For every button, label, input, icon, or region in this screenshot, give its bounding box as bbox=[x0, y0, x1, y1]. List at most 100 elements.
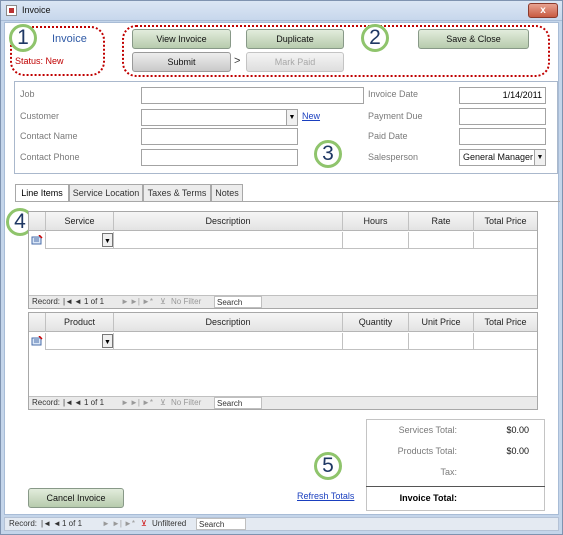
total-price-column-header[interactable]: Total Price bbox=[473, 313, 537, 332]
prev-record-icon[interactable]: ◄ bbox=[74, 296, 82, 308]
next-record-icon[interactable]: ► bbox=[121, 296, 129, 308]
products-total-value: $0.00 bbox=[506, 446, 529, 456]
funnel-icon: ⊻ bbox=[160, 398, 166, 407]
products-header-row: Product Description Quantity Unit Price … bbox=[29, 313, 537, 332]
new-record-icon bbox=[31, 235, 43, 245]
filter-status[interactable]: No Filter bbox=[171, 296, 201, 308]
paid-date-field[interactable] bbox=[459, 128, 546, 145]
prev-record-icon[interactable]: ◄ bbox=[53, 518, 61, 530]
first-record-icon[interactable]: |◄ bbox=[63, 397, 73, 409]
invoice-date-field[interactable]: 1/14/2011 bbox=[459, 87, 546, 104]
search-box[interactable]: Search bbox=[196, 518, 246, 530]
next-record-icon[interactable]: ► bbox=[121, 397, 129, 409]
workflow-arrow: > bbox=[234, 55, 241, 67]
record-label: Record: bbox=[9, 519, 38, 528]
total-price-column-header[interactable]: Total Price bbox=[473, 212, 537, 231]
invoice-window: Invoice x 1 Invoice Status: New View Inv… bbox=[0, 0, 563, 535]
callout-2: 2 bbox=[361, 24, 389, 52]
services-record-navigator: Record: |◄ ◄ 1 of 1 ► ►| ►* ⊻ No Filter … bbox=[29, 295, 537, 308]
chevron-down-icon[interactable]: ▼ bbox=[286, 110, 297, 125]
customer-combobox[interactable]: ▼ bbox=[141, 109, 298, 126]
unit-price-column-header[interactable]: Unit Price bbox=[408, 313, 473, 332]
services-total-label: Services Total: bbox=[398, 425, 457, 435]
new-record-icon bbox=[31, 336, 43, 346]
services-total-value: $0.00 bbox=[506, 425, 529, 435]
prev-record-icon[interactable]: ◄ bbox=[74, 397, 82, 409]
description-column-header[interactable]: Description bbox=[113, 212, 342, 231]
description-column-header[interactable]: Description bbox=[113, 313, 342, 332]
quantity-cell[interactable] bbox=[342, 333, 408, 350]
unit-price-cell[interactable] bbox=[408, 333, 473, 350]
description-cell[interactable] bbox=[113, 232, 342, 249]
last-record-icon[interactable]: ►| bbox=[130, 397, 140, 409]
record-navigation-bar: Record: |◄ ◄ 1 of 1 ► ►| ►* ⊻ Unfiltered… bbox=[4, 517, 559, 531]
refresh-totals-link[interactable]: Refresh Totals bbox=[297, 491, 354, 501]
submit-button[interactable]: Submit bbox=[132, 52, 231, 72]
products-record-navigator: Record: |◄ ◄ 1 of 1 ► ►| ►* ⊻ No Filter … bbox=[29, 396, 537, 409]
search-box[interactable]: Search bbox=[214, 296, 262, 308]
cancel-invoice-button[interactable]: Cancel Invoice bbox=[28, 488, 124, 508]
services-subform: Service Description Hours Rate Total Pri… bbox=[28, 211, 538, 309]
products-total-label: Products Total: bbox=[397, 446, 457, 456]
contact-phone-label: Contact Phone bbox=[20, 152, 80, 162]
first-record-icon[interactable]: |◄ bbox=[41, 518, 51, 530]
payment-due-label: Payment Due bbox=[368, 111, 423, 121]
chevron-down-icon[interactable]: ▼ bbox=[102, 233, 113, 247]
save-close-button[interactable]: Save & Close bbox=[418, 29, 529, 49]
filter-status[interactable]: No Filter bbox=[171, 397, 201, 409]
job-label: Job bbox=[20, 89, 35, 99]
services-header-row: Service Description Hours Rate Total Pri… bbox=[29, 212, 537, 231]
new-record-nav-icon[interactable]: ►* bbox=[142, 397, 153, 409]
last-record-icon[interactable]: ►| bbox=[112, 518, 122, 530]
record-label: Record: bbox=[32, 297, 61, 306]
description-cell[interactable] bbox=[113, 333, 342, 350]
record-label: Record: bbox=[32, 398, 61, 407]
product-column-header[interactable]: Product bbox=[45, 313, 113, 332]
invoice-date-label: Invoice Date bbox=[368, 89, 419, 99]
service-combobox[interactable]: ▼ bbox=[45, 232, 113, 249]
last-record-icon[interactable]: ►| bbox=[130, 296, 140, 308]
hours-cell[interactable] bbox=[342, 232, 408, 249]
tab-line-items[interactable]: Line Items bbox=[15, 184, 69, 202]
view-invoice-button[interactable]: View Invoice bbox=[132, 29, 231, 49]
close-button[interactable]: x bbox=[528, 3, 558, 18]
duplicate-button[interactable]: Duplicate bbox=[246, 29, 344, 49]
product-combobox[interactable]: ▼ bbox=[45, 333, 113, 350]
hours-column-header[interactable]: Hours bbox=[342, 212, 408, 231]
access-form-icon bbox=[6, 5, 17, 16]
chevron-down-icon[interactable]: ▼ bbox=[534, 150, 545, 165]
record-position[interactable]: 1 of 1 bbox=[62, 518, 82, 530]
filter-status[interactable]: Unfiltered bbox=[152, 518, 186, 530]
new-record-nav-icon[interactable]: ►* bbox=[142, 296, 153, 308]
funnel-icon: ⊻ bbox=[160, 297, 166, 306]
tab-notes[interactable]: Notes bbox=[211, 184, 243, 201]
record-position[interactable]: 1 of 1 bbox=[84, 397, 104, 409]
tab-taxes-terms[interactable]: Taxes & Terms bbox=[143, 184, 211, 201]
contact-name-field[interactable] bbox=[141, 128, 298, 145]
form-title: Invoice bbox=[52, 33, 87, 45]
payment-due-field[interactable] bbox=[459, 108, 546, 125]
record-position[interactable]: 1 of 1 bbox=[84, 296, 104, 308]
first-record-icon[interactable]: |◄ bbox=[63, 296, 73, 308]
new-record-nav-icon[interactable]: ►* bbox=[124, 518, 135, 530]
next-record-icon[interactable]: ► bbox=[102, 518, 110, 530]
funnel-icon: ⊻ bbox=[141, 519, 147, 528]
totals-divider bbox=[366, 486, 545, 487]
tab-service-location[interactable]: Service Location bbox=[69, 184, 143, 201]
salesperson-combobox[interactable]: General Manager ▼ bbox=[459, 149, 546, 166]
service-column-header[interactable]: Service bbox=[45, 212, 113, 231]
callout-3: 3 bbox=[314, 140, 342, 168]
rate-column-header[interactable]: Rate bbox=[408, 212, 473, 231]
job-field[interactable] bbox=[141, 87, 364, 104]
callout-1: 1 bbox=[9, 24, 37, 52]
quantity-column-header[interactable]: Quantity bbox=[342, 313, 408, 332]
chevron-down-icon[interactable]: ▼ bbox=[102, 334, 113, 348]
search-box[interactable]: Search bbox=[214, 397, 262, 409]
mark-paid-button[interactable]: Mark Paid bbox=[246, 52, 344, 72]
rate-cell[interactable] bbox=[408, 232, 473, 249]
salesperson-value: General Manager bbox=[463, 152, 534, 162]
contact-phone-field[interactable] bbox=[141, 149, 298, 166]
total-price-cell bbox=[473, 232, 537, 249]
salesperson-label: Salesperson bbox=[368, 152, 419, 162]
new-customer-link[interactable]: New bbox=[302, 111, 320, 121]
